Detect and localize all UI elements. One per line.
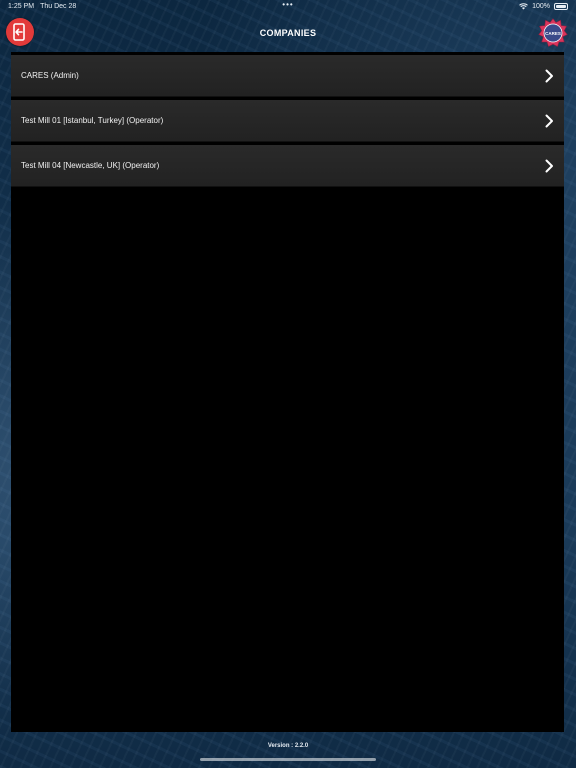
chevron-right-icon <box>545 69 553 82</box>
page-title: COMPANIES <box>259 28 317 38</box>
status-time: 1:25 PM <box>8 2 35 10</box>
status-bar: 1:25 PM Thu Dec 28 ••• 100% <box>0 0 576 12</box>
wifi-icon <box>519 2 528 9</box>
list-item-company-1[interactable]: Test Mill 01 [Istanbul, Turkey] (Operato… <box>11 100 564 142</box>
chevron-right-icon <box>545 114 553 127</box>
company-label: Test Mill 01 [Istanbul, Turkey] (Operato… <box>21 116 164 125</box>
cares-logo: CARES <box>538 18 568 47</box>
battery-icon <box>554 2 568 10</box>
home-indicator[interactable] <box>200 758 376 761</box>
status-date: Thu Dec 28 <box>40 2 77 10</box>
list-item-company-0[interactable]: CARES (Admin) <box>11 55 564 97</box>
logout-button[interactable] <box>6 18 34 46</box>
version-label: Version : 2.2.0 <box>267 743 309 749</box>
svg-text:CARES: CARES <box>545 31 561 36</box>
company-label: CARES (Admin) <box>21 71 79 80</box>
multitask-dots[interactable]: ••• <box>282 0 293 9</box>
list-item-company-2[interactable]: Test Mill 04 [Newcastle, UK] (Operator) <box>11 145 564 187</box>
companies-list: CARES (Admin) Test Mill 01 [Istanbul, Tu… <box>11 52 564 732</box>
company-label: Test Mill 04 [Newcastle, UK] (Operator) <box>21 161 160 170</box>
logout-icon <box>13 23 25 41</box>
navigation-bar: COMPANIES CARES <box>0 14 576 52</box>
battery-percent: 100% <box>532 2 550 10</box>
chevron-right-icon <box>545 159 553 172</box>
